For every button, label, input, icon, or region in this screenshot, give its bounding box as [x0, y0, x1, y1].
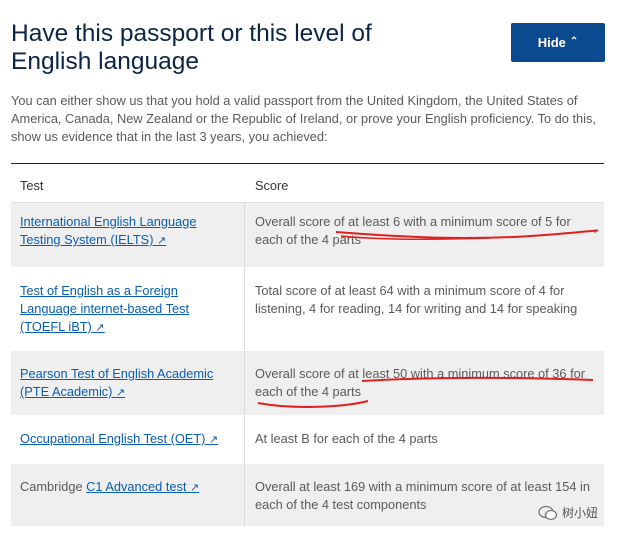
test-cell: Pearson Test of English Academic (PTE Ac… [11, 351, 245, 415]
external-link-icon: ↗ [190, 482, 200, 494]
column-header-score: Score [255, 178, 289, 193]
table-row: Cambridge C1 Advanced test ↗ Overall at … [11, 464, 604, 527]
intro-text: You can either show us that you hold a v… [11, 93, 596, 144]
english-test-table: Test Score International English Languag… [11, 163, 604, 527]
ielts-link[interactable]: International English Language Testing S… [20, 214, 196, 247]
score-cell: At least B for each of the 4 parts [255, 431, 438, 446]
test-prefix: Cambridge [20, 479, 87, 494]
hide-button-label: Hide [537, 35, 566, 50]
score-cell: Overall score of at least 50 with a mini… [255, 366, 586, 399]
c1-advanced-link[interactable]: C1 Advanced test ↗ [86, 479, 199, 494]
external-link-icon: ↗ [157, 235, 167, 247]
watermark: 树小妞 [538, 504, 598, 521]
table-row: Test of English as a Foreign Language in… [11, 268, 604, 351]
table-header-row: Test Score [11, 164, 604, 203]
external-link-icon: ↗ [95, 322, 105, 334]
column-header-test: Test [11, 164, 245, 202]
external-link-icon: ↗ [116, 387, 126, 399]
toefl-link[interactable]: Test of English as a Foreign Language in… [20, 283, 189, 334]
wechat-logo-icon [538, 505, 558, 521]
table-row: Occupational English Test (OET) ↗ At lea… [11, 416, 604, 464]
test-cell: Occupational English Test (OET) ↗ [11, 416, 245, 463]
table-row: Pearson Test of English Academic (PTE Ac… [11, 351, 604, 416]
test-cell: Test of English as a Foreign Language in… [11, 268, 245, 350]
score-cell: Overall score of at least 6 with a minim… [255, 214, 571, 247]
pte-link[interactable]: Pearson Test of English Academic (PTE Ac… [20, 366, 213, 399]
table-row: International English Language Testing S… [11, 203, 604, 268]
chevron-up-icon: ⌃ [569, 35, 579, 47]
score-cell: Total score of at least 64 with a minimu… [255, 283, 578, 316]
page-title: Have this passport or this level of Engl… [11, 20, 372, 75]
watermark-text: 树小妞 [562, 506, 599, 520]
test-cell: International English Language Testing S… [11, 203, 245, 267]
external-link-icon: ↗ [208, 434, 219, 446]
test-cell: Cambridge C1 Advanced test ↗ [11, 464, 245, 526]
hide-button[interactable]: Hide ⌃ [511, 23, 605, 62]
oet-link[interactable]: Occupational English Test (OET) ↗ [20, 431, 218, 446]
